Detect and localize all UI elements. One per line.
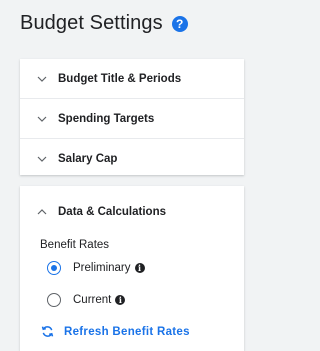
accordion-salary-cap[interactable]: Salary Cap <box>20 139 244 178</box>
benefit-rates-label: Benefit Rates <box>40 239 110 251</box>
accordion-label: Spending Targets <box>58 112 155 125</box>
collapsed-sections-card: Budget Title & Periods Spending Targets … <box>20 59 244 175</box>
info-icon[interactable]: i <box>115 295 126 305</box>
page-header: Budget Settings ? <box>20 12 188 35</box>
data-calculations-card: Data & Calculations Benefit Rates Prelim… <box>20 186 244 351</box>
chevron-down-icon <box>37 74 47 84</box>
chevron-down-icon <box>37 114 47 124</box>
chevron-down-icon <box>37 154 47 164</box>
page-title: Budget Settings <box>20 12 163 34</box>
radio-option-preliminary[interactable]: Preliminary i <box>47 261 145 275</box>
refresh-icon <box>41 326 54 337</box>
refresh-label: Refresh Benefit Rates <box>64 325 190 338</box>
radio-label: Current <box>73 294 112 306</box>
chevron-up-icon <box>37 207 47 217</box>
accordion-label: Budget Title & Periods <box>58 72 182 85</box>
help-icon[interactable]: ? <box>171 15 188 32</box>
radio-option-current[interactable]: Current i <box>47 293 126 307</box>
radio-button[interactable] <box>47 293 61 307</box>
accordion-spending-targets[interactable]: Spending Targets <box>20 99 244 139</box>
info-icon[interactable]: i <box>134 263 145 273</box>
accordion-data-calculations[interactable]: Data & Calculations <box>20 186 244 238</box>
accordion-label: Salary Cap <box>58 152 118 165</box>
accordion-budget-title-periods[interactable]: Budget Title & Periods <box>20 59 244 99</box>
radio-label: Preliminary <box>73 262 131 274</box>
refresh-benefit-rates-button[interactable]: Refresh Benefit Rates <box>41 325 190 338</box>
radio-button-checked[interactable] <box>47 261 61 275</box>
accordion-label: Data & Calculations <box>58 206 166 218</box>
